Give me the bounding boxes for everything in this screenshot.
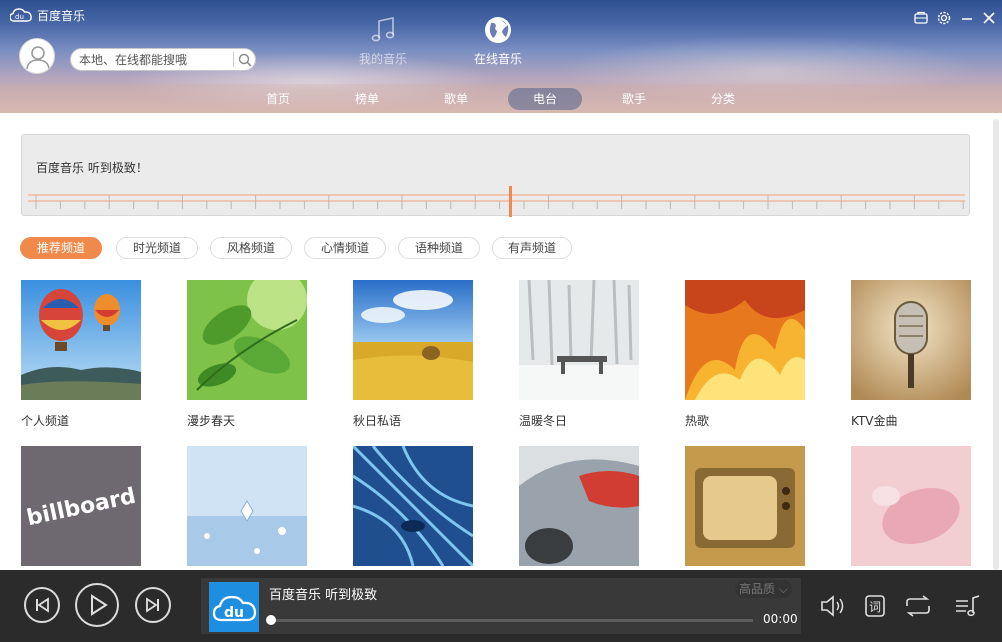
- channel-cover: [685, 280, 805, 400]
- channel-tab-era[interactable]: 时光频道: [116, 237, 198, 259]
- channel-card[interactable]: 漫步春天: [187, 280, 307, 429]
- channel-card[interactable]: [851, 446, 971, 570]
- channel-cover: [519, 446, 639, 566]
- channel-cover: [851, 446, 971, 566]
- channel-cover: [353, 280, 473, 400]
- channel-name: 热歌: [685, 414, 710, 428]
- search-divider: [233, 52, 234, 67]
- gear-icon: [937, 11, 951, 25]
- next-icon: [146, 597, 159, 613]
- skin-icon: [914, 11, 928, 24]
- globe-icon: [485, 17, 511, 43]
- channel-name: KTV金曲: [851, 414, 898, 428]
- channel-card[interactable]: [353, 446, 473, 570]
- close-button[interactable]: [980, 9, 998, 27]
- prev-button[interactable]: [24, 587, 60, 623]
- radio-content: 百度音乐 听到极致！ 推荐频道 时光频道 风格频道 心情频道 语种频道 有声频道: [0, 113, 1002, 570]
- chevron-down-icon: ⌵: [778, 582, 788, 596]
- channel-card[interactable]: billboard: [21, 446, 141, 570]
- skin-button[interactable]: [912, 9, 930, 27]
- minimize-icon: [962, 18, 972, 20]
- now-playing: du 百度音乐 听到极致 高品质 ⌵ 00:00: [201, 578, 801, 634]
- tab-home[interactable]: 首页: [245, 88, 311, 110]
- track-title: 百度音乐 听到极致: [269, 588, 378, 603]
- tab-artists[interactable]: 歌手: [601, 88, 667, 110]
- music-note-icon: [371, 17, 395, 42]
- channel-name: 个人频道: [21, 414, 70, 428]
- channel-cover: billboard: [21, 446, 141, 566]
- channel-card[interactable]: [187, 446, 307, 570]
- tab-playlists[interactable]: 歌单: [423, 88, 489, 110]
- play-icon: [91, 594, 108, 616]
- minimize-button[interactable]: [958, 9, 976, 27]
- baidu-logo-icon: du: [10, 8, 32, 22]
- lyrics-icon[interactable]: 词: [860, 593, 890, 619]
- search-input[interactable]: [79, 51, 231, 68]
- channel-name: 漫步春天: [187, 414, 236, 428]
- channel-card[interactable]: 秋日私语: [353, 280, 473, 429]
- channel-cover: [685, 446, 805, 566]
- channel-name: 温暖冬日: [519, 414, 568, 428]
- album-art[interactable]: du: [209, 582, 259, 632]
- channel-tab-recommended[interactable]: 推荐频道: [20, 237, 102, 259]
- channel-card[interactable]: 热歌: [685, 280, 805, 429]
- dial-text: 百度音乐 听到极致！: [36, 161, 148, 175]
- channel-cover: [353, 446, 473, 566]
- header: du 百度音乐 我的音乐: [0, 0, 1002, 113]
- svg-text:du: du: [224, 605, 244, 621]
- tab-categories[interactable]: 分类: [690, 88, 756, 110]
- quality-toggle[interactable]: 高品质 ⌵: [735, 580, 792, 598]
- search-icon[interactable]: [237, 52, 253, 68]
- channel-card[interactable]: [685, 446, 805, 570]
- nav-online-music-label: 在线音乐: [473, 52, 522, 66]
- tab-charts[interactable]: 榜单: [334, 88, 400, 110]
- app-title: 百度音乐: [37, 9, 86, 23]
- next-button[interactable]: [135, 587, 171, 623]
- search-box: [70, 48, 256, 71]
- channel-card[interactable]: KTV金曲: [851, 280, 971, 429]
- svg-text:du: du: [15, 13, 24, 21]
- channel-cover: [187, 446, 307, 566]
- nav-my-music[interactable]: 我的音乐: [343, 14, 423, 67]
- online-music-tabs: 首页 榜单 歌单 电台 歌手 分类: [0, 88, 1002, 110]
- settings-button[interactable]: [935, 9, 953, 27]
- channel-tab-style[interactable]: 风格频道: [210, 237, 292, 259]
- channel-card[interactable]: [519, 446, 639, 570]
- volume-icon[interactable]: [818, 593, 848, 619]
- channel-cover: [851, 280, 971, 400]
- playlist-icon[interactable]: [953, 593, 983, 619]
- channel-tab-language[interactable]: 语种频道: [398, 237, 480, 259]
- quality-label: 高品质: [739, 582, 776, 596]
- channel-cover: [187, 280, 307, 400]
- close-icon: [983, 12, 995, 24]
- channel-card[interactable]: 温暖冬日: [519, 280, 639, 429]
- prev-icon: [36, 597, 49, 613]
- nav-my-music-label: 我的音乐: [358, 52, 407, 66]
- channel-name: 秋日私语: [353, 414, 402, 428]
- channel-tab-mood[interactable]: 心情频道: [304, 237, 386, 259]
- play-time: 00:00: [763, 612, 798, 626]
- dial-needle: [509, 186, 512, 217]
- progress-bar[interactable]: [269, 619, 753, 622]
- scrollbar[interactable]: [993, 119, 999, 570]
- radio-dial[interactable]: 百度音乐 听到极致！: [21, 134, 970, 217]
- play-button[interactable]: [75, 583, 119, 627]
- tab-radio[interactable]: 电台: [508, 88, 582, 110]
- channel-tab-audio[interactable]: 有声频道: [492, 237, 572, 259]
- progress-knob[interactable]: [266, 615, 276, 625]
- channel-card[interactable]: 个人频道: [21, 280, 141, 429]
- avatar[interactable]: [19, 38, 55, 74]
- user-icon: [26, 46, 50, 70]
- repeat-icon[interactable]: [903, 593, 933, 619]
- nav-online-music[interactable]: 在线音乐: [458, 14, 538, 67]
- svg-text:词: 词: [869, 600, 881, 614]
- dial-scale[interactable]: [28, 183, 965, 217]
- channel-cover: [21, 280, 141, 400]
- channel-cover: [519, 280, 639, 400]
